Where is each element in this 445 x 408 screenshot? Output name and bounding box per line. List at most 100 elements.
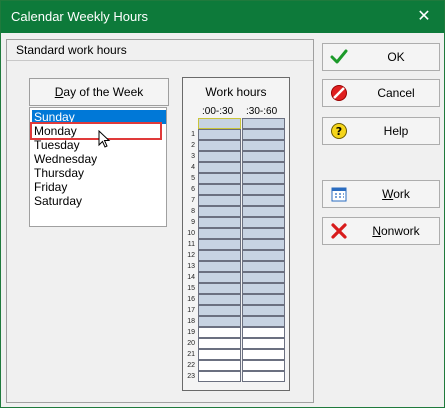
hour-cell-first-half[interactable] xyxy=(198,327,241,338)
hour-cell-first-half[interactable] xyxy=(198,206,241,217)
ok-button[interactable]: OK xyxy=(322,43,440,71)
hour-cell-first-half[interactable] xyxy=(198,283,241,294)
close-icon[interactable]: ✕ xyxy=(404,1,444,33)
hour-cell-second-half[interactable] xyxy=(242,173,285,184)
ok-label: OK xyxy=(387,50,405,64)
hour-cell-first-half[interactable] xyxy=(198,184,241,195)
hour-cell-first-half[interactable] xyxy=(198,294,241,305)
hour-cell-second-half[interactable] xyxy=(242,140,285,151)
help-button[interactable]: ? Help xyxy=(322,117,440,145)
day-item-friday[interactable]: Friday xyxy=(32,180,166,194)
column-header-first-half: :00-:30 xyxy=(202,106,234,117)
hour-row: 1 xyxy=(183,129,289,140)
hour-row: 14 xyxy=(183,272,289,283)
hour-row: 10 xyxy=(183,228,289,239)
hour-cell-first-half[interactable] xyxy=(198,360,241,371)
hour-label: 18 xyxy=(187,318,195,325)
nonwork-label-rest: onwork xyxy=(380,224,420,238)
hour-cell-first-half[interactable] xyxy=(198,162,241,173)
hour-cell-first-half[interactable] xyxy=(198,349,241,360)
hour-cell-second-half[interactable] xyxy=(242,316,285,327)
hour-cell-second-half[interactable] xyxy=(242,206,285,217)
hour-row: 19 xyxy=(183,327,289,338)
hour-cell-second-half[interactable] xyxy=(242,327,285,338)
hour-cell-first-half[interactable] xyxy=(198,371,241,382)
cancel-button[interactable]: Cancel xyxy=(322,79,440,107)
hour-cell-second-half[interactable] xyxy=(242,162,285,173)
hour-cell-first-half[interactable] xyxy=(198,217,241,228)
no-entry-icon xyxy=(331,85,347,101)
hour-row: 8 xyxy=(183,206,289,217)
hour-cell-first-half[interactable] xyxy=(198,140,241,151)
hour-row: 2 xyxy=(183,140,289,151)
hour-cell-second-half[interactable] xyxy=(242,360,285,371)
hour-cell-second-half[interactable] xyxy=(242,349,285,360)
hour-cell-second-half[interactable] xyxy=(242,195,285,206)
day-item-sunday[interactable]: Sunday xyxy=(32,110,166,124)
calendar-weekly-hours-dialog: Calendar Weekly Hours ✕ Standard work ho… xyxy=(0,0,445,408)
hour-cell-first-half[interactable] xyxy=(198,261,241,272)
hour-row: 17 xyxy=(183,305,289,316)
hour-cell-first-half[interactable] xyxy=(198,239,241,250)
standard-work-hours-panel: Standard work hours Day of the Week Sund… xyxy=(6,39,314,403)
cancel-label: Cancel xyxy=(377,86,415,100)
panel-header: Standard work hours xyxy=(7,40,313,61)
window-title: Calendar Weekly Hours xyxy=(11,9,149,24)
hour-label: 11 xyxy=(187,241,195,248)
hour-label: 13 xyxy=(187,263,195,270)
hour-row: 12 xyxy=(183,250,289,261)
hour-row: 13 xyxy=(183,261,289,272)
hour-label: 3 xyxy=(191,153,195,160)
hour-label: 14 xyxy=(187,274,195,281)
hour-cell-second-half[interactable] xyxy=(242,272,285,283)
hour-cell-second-half[interactable] xyxy=(242,239,285,250)
hour-cell-second-half[interactable] xyxy=(242,217,285,228)
hour-label: 23 xyxy=(187,373,195,380)
hour-label: 16 xyxy=(187,296,195,303)
hour-cell-first-half[interactable] xyxy=(198,305,241,316)
hour-cell-second-half[interactable] xyxy=(242,151,285,162)
hour-label: 17 xyxy=(187,307,195,314)
hour-label: 15 xyxy=(187,285,195,292)
hour-cell-second-half[interactable] xyxy=(242,261,285,272)
hour-cell-second-half[interactable] xyxy=(242,228,285,239)
hour-label: 22 xyxy=(187,362,195,369)
hour-cell-second-half[interactable] xyxy=(242,371,285,382)
hour-cell-first-half[interactable] xyxy=(198,151,241,162)
hour-cell-first-half[interactable] xyxy=(198,250,241,261)
hour-cell-first-half[interactable] xyxy=(198,129,241,140)
hour-cell-second-half[interactable] xyxy=(242,338,285,349)
hour-cell-first-half[interactable] xyxy=(198,195,241,206)
day-item-wednesday[interactable]: Wednesday xyxy=(32,152,166,166)
hour-cell-second-half[interactable] xyxy=(242,118,285,129)
hour-cell-first-half[interactable] xyxy=(198,173,241,184)
work-button[interactable]: Work xyxy=(322,180,440,208)
hour-label: 20 xyxy=(187,340,195,347)
nonwork-label-first: N xyxy=(372,224,381,238)
hour-cell-second-half[interactable] xyxy=(242,129,285,140)
hour-cell-first-half[interactable] xyxy=(198,118,241,129)
day-of-week-label: Day of the Week xyxy=(55,85,144,99)
hour-cell-second-half[interactable] xyxy=(242,305,285,316)
nonwork-label: Nonwork xyxy=(353,224,439,238)
calendar-icon xyxy=(331,187,347,202)
hour-row: 22 xyxy=(183,360,289,371)
hour-row: 7 xyxy=(183,195,289,206)
hour-cell-second-half[interactable] xyxy=(242,250,285,261)
hour-row: 18 xyxy=(183,316,289,327)
day-item-saturday[interactable]: Saturday xyxy=(32,194,166,208)
hour-row: 4 xyxy=(183,162,289,173)
day-item-monday[interactable]: Monday xyxy=(30,122,162,140)
nonwork-button[interactable]: Nonwork xyxy=(322,217,440,245)
day-item-thursday[interactable]: Thursday xyxy=(32,166,166,180)
hour-cell-first-half[interactable] xyxy=(198,338,241,349)
hour-cell-second-half[interactable] xyxy=(242,184,285,195)
hour-cell-first-half[interactable] xyxy=(198,228,241,239)
svg-text:?: ? xyxy=(336,125,342,138)
hour-cell-second-half[interactable] xyxy=(242,283,285,294)
hour-cell-first-half[interactable] xyxy=(198,316,241,327)
hour-cell-second-half[interactable] xyxy=(242,294,285,305)
day-of-week-header: Day of the Week xyxy=(29,78,169,106)
hour-cell-first-half[interactable] xyxy=(198,272,241,283)
day-of-week-list[interactable]: Sunday Monday Tuesday Wednesday Thursday Frid… xyxy=(29,107,167,227)
